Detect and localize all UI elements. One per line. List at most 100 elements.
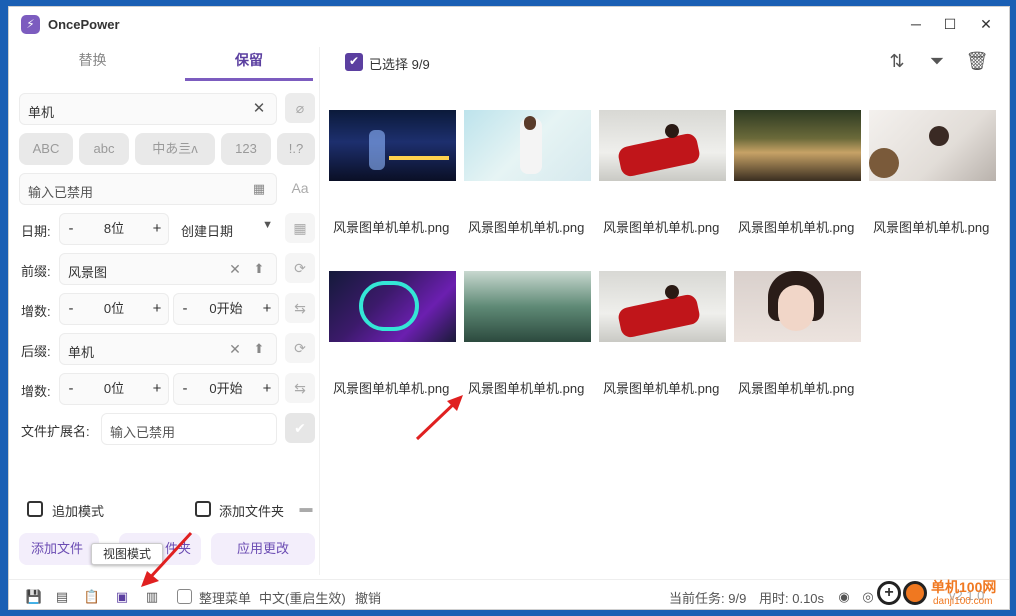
swap-icon[interactable]: ⇆ <box>285 293 315 323</box>
file-name: 风景图单机单机.png <box>603 220 720 235</box>
increment-start-value: 0开始 <box>209 301 243 316</box>
decrement-button[interactable]: - <box>60 294 82 324</box>
mode-tabs: 替换 保留 <box>19 43 313 81</box>
increment-start-stepper[interactable]: - 0开始 + <box>173 373 279 405</box>
date-digits-stepper[interactable]: - 8位 + <box>59 213 169 245</box>
tab-keep[interactable]: 保留 <box>185 43 313 81</box>
file-thumbnail[interactable] <box>464 110 591 181</box>
refresh-icon[interactable]: ⟳ <box>285 253 315 283</box>
elapsed-time: 用时: 0.10s <box>759 591 825 606</box>
file-name: 风景图单机单机.png <box>873 220 990 235</box>
add-folder-label: 添加文件夹 <box>219 504 285 519</box>
increment-digits-stepper[interactable]: - 0位 + <box>59 293 169 325</box>
date-digits-value: 8位 <box>103 221 125 236</box>
increment-digits-value: 0位 <box>103 301 125 316</box>
select-all-checkbox[interactable]: ✔ <box>345 53 363 71</box>
increment-start-value: 0开始 <box>209 381 243 396</box>
file-thumbnail[interactable] <box>734 271 861 342</box>
refresh-icon[interactable]: ⟳ <box>285 333 315 363</box>
title-bar: ⚡ OncePower ─ ☐ ✕ <box>9 7 1009 41</box>
filter-uppercase[interactable]: ABC <box>19 133 73 165</box>
prefix-input[interactable]: 风景图 ✕ ⬆ <box>59 253 277 285</box>
increment-button[interactable]: + <box>146 294 168 324</box>
undo-button[interactable]: 撤销 <box>355 588 381 607</box>
ruler-icon[interactable]: ⌀ <box>285 93 315 123</box>
github-icon[interactable]: ◉ <box>835 588 853 606</box>
upload-icon[interactable]: ⬆ <box>250 260 268 278</box>
date-type-select[interactable]: 创建日期 ▼ <box>179 213 279 245</box>
selection-count: 已选择 9/9 <box>369 57 430 72</box>
extension-placeholder: 输入已禁用 <box>110 425 176 440</box>
increment-label: 增数: <box>21 384 51 399</box>
folder-icon[interactable]: ▬ <box>297 499 315 517</box>
file-name: 风景图单机单机.png <box>333 220 450 235</box>
filter-lowercase[interactable]: abc <box>79 133 129 165</box>
language-selector[interactable]: 中文(重启生效) <box>259 588 346 607</box>
increment-button[interactable]: + <box>256 294 278 324</box>
prefix-value: 风景图 <box>68 265 108 280</box>
decrement-button[interactable]: - <box>174 294 196 324</box>
filter-symbols[interactable]: !.? <box>277 133 315 165</box>
watermark-text: 单机100网 <box>931 579 997 595</box>
add-folder-checkbox[interactable] <box>195 501 211 517</box>
export-icon[interactable]: ▤ <box>53 588 71 606</box>
tab-replace[interactable]: 替换 <box>19 43 166 81</box>
date-label: 日期: <box>21 224 51 239</box>
file-thumbnail[interactable] <box>464 271 591 342</box>
file-thumbnail[interactable] <box>329 271 456 342</box>
organize-menu-checkbox[interactable] <box>177 589 192 604</box>
file-thumbnail[interactable] <box>869 110 996 181</box>
annotation-arrow <box>141 531 193 587</box>
calendar-icon[interactable]: ▦ <box>250 180 268 198</box>
decrement-button[interactable]: - <box>174 374 196 404</box>
clear-icon[interactable]: ✕ <box>250 100 268 118</box>
file-thumbnail[interactable] <box>599 271 726 342</box>
decrement-button[interactable]: - <box>60 374 82 404</box>
file-thumbnail[interactable] <box>329 110 456 181</box>
clear-icon[interactable]: ✕ <box>226 260 244 278</box>
annotation-arrow <box>415 395 463 441</box>
font-case-icon[interactable]: Aa <box>285 173 315 203</box>
clear-icon[interactable]: ✕ <box>226 340 244 358</box>
append-mode-checkbox[interactable] <box>27 501 43 517</box>
close-button[interactable]: ✕ <box>973 13 999 35</box>
trash-icon[interactable]: 🗑 <box>965 49 989 73</box>
filter-icon[interactable]: ⏷ <box>925 49 949 73</box>
clipboard-icon[interactable]: 📋 <box>83 588 101 606</box>
disabled-input[interactable]: 输入已禁用 ▦ <box>19 173 277 205</box>
file-name: 风景图单机单机.png <box>468 220 585 235</box>
increment-button[interactable]: + <box>146 374 168 404</box>
maximize-button[interactable]: ☐ <box>937 13 963 35</box>
sort-icon[interactable]: ⇅ <box>885 49 909 73</box>
check-icon[interactable]: ✔ <box>285 413 315 443</box>
chevron-down-icon: ▼ <box>262 219 273 231</box>
increment-start-stepper[interactable]: - 0开始 + <box>173 293 279 325</box>
keep-text-value: 单机 <box>28 105 55 120</box>
file-thumbnail[interactable] <box>734 110 861 181</box>
save-icon[interactable]: 💾 <box>25 588 43 606</box>
panel-divider <box>319 47 320 575</box>
increment-button[interactable]: + <box>256 374 278 404</box>
file-name: 风景图单机单机.png <box>738 381 855 396</box>
keep-text-input[interactable]: 单机 ✕ <box>19 93 277 125</box>
filter-digits[interactable]: 123 <box>221 133 271 165</box>
extension-input[interactable]: 输入已禁用 <box>101 413 277 445</box>
increment-button[interactable]: + <box>146 214 168 244</box>
watermark: + 单机100网 danji100.com <box>873 577 1009 609</box>
filter-cjk[interactable]: 中あ亖ᴧ <box>135 133 215 165</box>
decrement-button[interactable]: - <box>60 214 82 244</box>
file-thumbnail[interactable] <box>599 110 726 181</box>
calendar-icon[interactable]: ▦ <box>285 213 315 243</box>
image-view-icon[interactable]: ▣ <box>113 588 131 606</box>
minimize-button[interactable]: ─ <box>903 13 929 35</box>
disabled-input-placeholder: 输入已禁用 <box>28 185 94 200</box>
file-name: 风景图单机单机.png <box>468 381 585 396</box>
add-files-button[interactable]: 添加文件 <box>19 533 99 565</box>
prefix-label: 前缀: <box>21 264 51 279</box>
suffix-input[interactable]: 单机 ✕ ⬆ <box>59 333 277 365</box>
increment-digits-stepper[interactable]: - 0位 + <box>59 373 169 405</box>
swap-icon[interactable]: ⇆ <box>285 373 315 403</box>
upload-icon[interactable]: ⬆ <box>250 340 268 358</box>
suffix-label: 后缀: <box>21 344 51 359</box>
apply-changes-button[interactable]: 应用更改 <box>211 533 315 565</box>
